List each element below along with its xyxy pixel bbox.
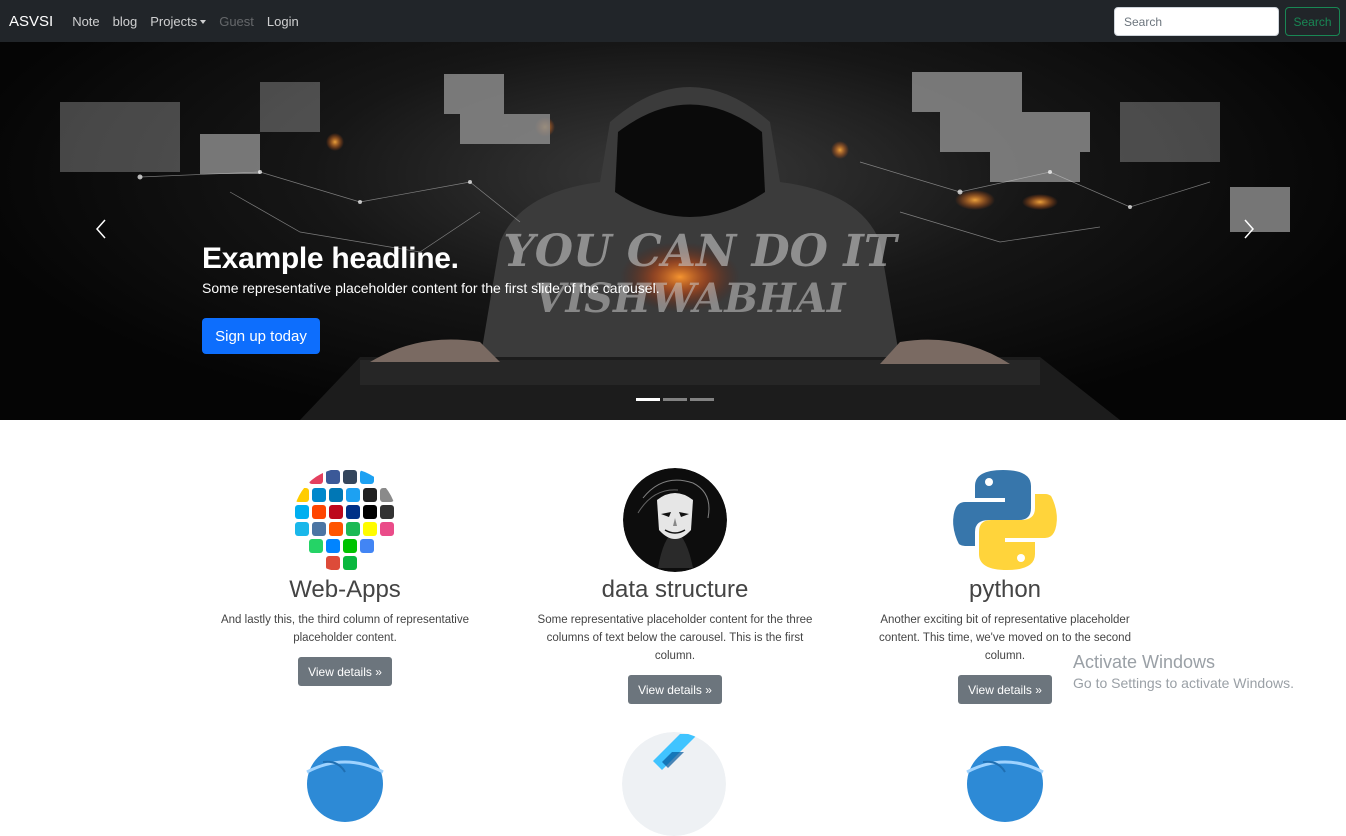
carousel-text: Some representative placeholder content … (202, 280, 660, 296)
carousel-indicator-2[interactable] (663, 398, 687, 401)
carousel-indicator-1[interactable] (636, 398, 660, 401)
hacker-background-image: YOU CAN DO IT VISHWABHAI (60, 72, 1290, 420)
chevron-right-icon (1244, 219, 1255, 239)
search-input[interactable] (1114, 7, 1279, 36)
column-data-structure: data structure Some representative place… (525, 468, 825, 704)
globe-icon-2 (953, 732, 1057, 836)
hero-carousel: YOU CAN DO IT VISHWABHAI Example headlin… (0, 42, 1346, 420)
chevron-left-icon (95, 219, 106, 239)
brand-link[interactable]: ASVSI (9, 13, 53, 30)
carousel-prev-control[interactable] (92, 217, 112, 241)
view-details-button[interactable]: View details » (298, 657, 392, 686)
carousel-indicator-3[interactable] (690, 398, 714, 401)
view-details-button[interactable]: View details » (628, 675, 722, 704)
nav-note[interactable]: Note (72, 14, 99, 29)
carousel-headline: Example headline. (202, 242, 459, 275)
nav-blog[interactable]: blog (113, 14, 138, 29)
sign-up-button[interactable]: Sign up today (202, 318, 320, 354)
carousel-indicators (636, 398, 714, 401)
flutter-logo-icon (622, 732, 726, 836)
column-title: python (968, 576, 1042, 603)
top-navbar: ASVSI Note blog Projects Guest Login Sea… (0, 0, 1346, 42)
nav-projects-dropdown[interactable]: Projects (150, 13, 207, 29)
nav-projects-label: Projects (150, 13, 198, 29)
carousel-next-control[interactable] (1238, 217, 1258, 241)
column-title: Web-Apps (289, 576, 401, 603)
search-button[interactable]: Search (1285, 7, 1340, 36)
nav-guest: Guest (219, 13, 254, 29)
nav-login[interactable]: Login (267, 14, 299, 29)
masked-figure-image (623, 468, 727, 572)
watermark-title: Activate Windows (1073, 652, 1216, 672)
chevron-down-icon (200, 19, 207, 24)
column-web-apps: Web-Apps And lastly this, the third colu… (195, 468, 495, 686)
social-media-icons-image (293, 468, 397, 572)
windows-activation-watermark: Activate Windows Go to Settings to activ… (1073, 652, 1294, 691)
carousel-caption: Example headline. Some representative pl… (202, 242, 660, 296)
globe-icon (293, 732, 397, 836)
view-details-button[interactable]: View details » (958, 675, 1052, 704)
watermark-subtitle: Go to Settings to activate Windows. (1073, 675, 1294, 691)
column-title: data structure (601, 576, 749, 603)
python-logo-image (953, 468, 1057, 572)
column-text: Some representative placeholder content … (537, 614, 813, 662)
column-text: And lastly this, the third column of rep… (220, 614, 469, 644)
